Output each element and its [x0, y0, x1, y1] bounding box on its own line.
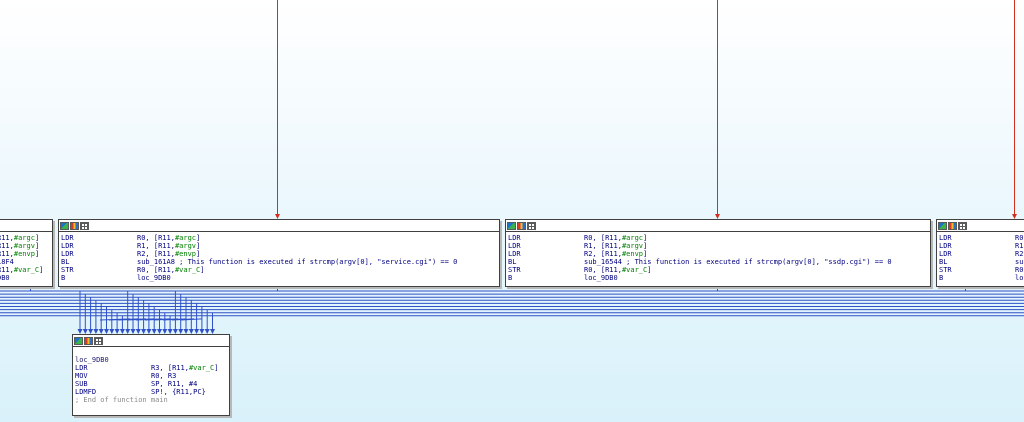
color-icon[interactable] — [948, 221, 957, 230]
graph-icon[interactable] — [74, 336, 83, 345]
asm-line[interactable]: MOV R0, R3 — [75, 372, 229, 380]
asm-line[interactable]: STR R0 — [939, 266, 1024, 274]
grid-icon[interactable] — [94, 336, 103, 345]
asm-line[interactable]: LDR R1 — [939, 242, 1024, 250]
node-header — [506, 220, 930, 232]
code-block-right-partial[interactable]: LDR R0 LDR R1 LDR R2 BL su STR R0 Blo — [936, 219, 1024, 287]
asm-line[interactable]: BL sub_161A8 ; This function is executed … — [61, 258, 499, 266]
asm-line[interactable]: SUB SP, R11, #4 — [75, 380, 229, 388]
asm-line[interactable]: LDR R2, [R11,#envp] — [508, 250, 930, 258]
node-header — [73, 335, 229, 347]
grid-icon[interactable] — [958, 221, 967, 230]
code-label[interactable]: loc_9DB0 — [75, 356, 229, 364]
asm-line[interactable]: LDR R3, [R11,#var_C] — [75, 364, 229, 372]
grid-icon[interactable] — [527, 221, 536, 230]
color-icon[interactable] — [70, 221, 79, 230]
asm-line[interactable]: LDR R0, [R11,#argc] — [508, 234, 930, 242]
graph-icon[interactable] — [507, 221, 516, 230]
asm-line[interactable]: BL su — [939, 258, 1024, 266]
asm-line[interactable]: STR R0, [R11,#var_C] — [508, 266, 930, 274]
node-header — [0, 220, 52, 232]
merge-edges — [0, 285, 1024, 334]
graph-icon[interactable] — [60, 221, 69, 230]
code-block-service-cgi[interactable]: LDR R0, [R11,#argc] LDR R1, [R11,#argv] LD… — [58, 219, 500, 287]
asm-line[interactable]: STR R0, [R11,#var_C] — [61, 266, 499, 274]
asm-line[interactable]: Blo — [939, 274, 1024, 282]
code-block-loc-9db0[interactable]: loc_9DB0 LDR R3, [R11,#var_C] MOV R0, R3 S… — [72, 334, 230, 416]
asm-line[interactable]: LDR R0, [R11,#argc] — [61, 234, 499, 242]
asm-line[interactable]: LDR R2, [R11,#envp] — [61, 250, 499, 258]
asm-line[interactable]: BL sub_16544 ; This function is executed … — [508, 258, 930, 266]
graph-icon[interactable] — [938, 221, 947, 230]
color-icon[interactable] — [84, 336, 93, 345]
asm-line[interactable]: LDR R2 — [939, 250, 1024, 258]
color-icon[interactable] — [517, 221, 526, 230]
node-header — [937, 220, 1024, 232]
taken-branch-edges — [275, 0, 1017, 219]
grid-icon[interactable] — [80, 221, 89, 230]
asm-line[interactable]: Bloc_9DB0 — [508, 274, 930, 282]
code-block-left-partial[interactable]: R11,#argc] R11,#argv] R11,#envp] 18F4 R1… — [0, 219, 53, 287]
code-block-ssdp-cgi[interactable]: LDR R0, [R11,#argc] LDR R1, [R11,#argv] LD… — [505, 219, 931, 287]
asm-line[interactable]: LDR R1, [R11,#argv] — [61, 242, 499, 250]
asm-line[interactable]: LDR R1, [R11,#argv] — [508, 242, 930, 250]
asm-line[interactable]: LDMFD SP!, {R11,PC} — [75, 388, 229, 396]
function-end-comment: ; End of function main — [75, 396, 168, 405]
asm-line[interactable]: Bloc_9DB0 — [61, 274, 499, 282]
node-header — [59, 220, 499, 232]
asm-line[interactable]: LDR R0 — [939, 234, 1024, 242]
